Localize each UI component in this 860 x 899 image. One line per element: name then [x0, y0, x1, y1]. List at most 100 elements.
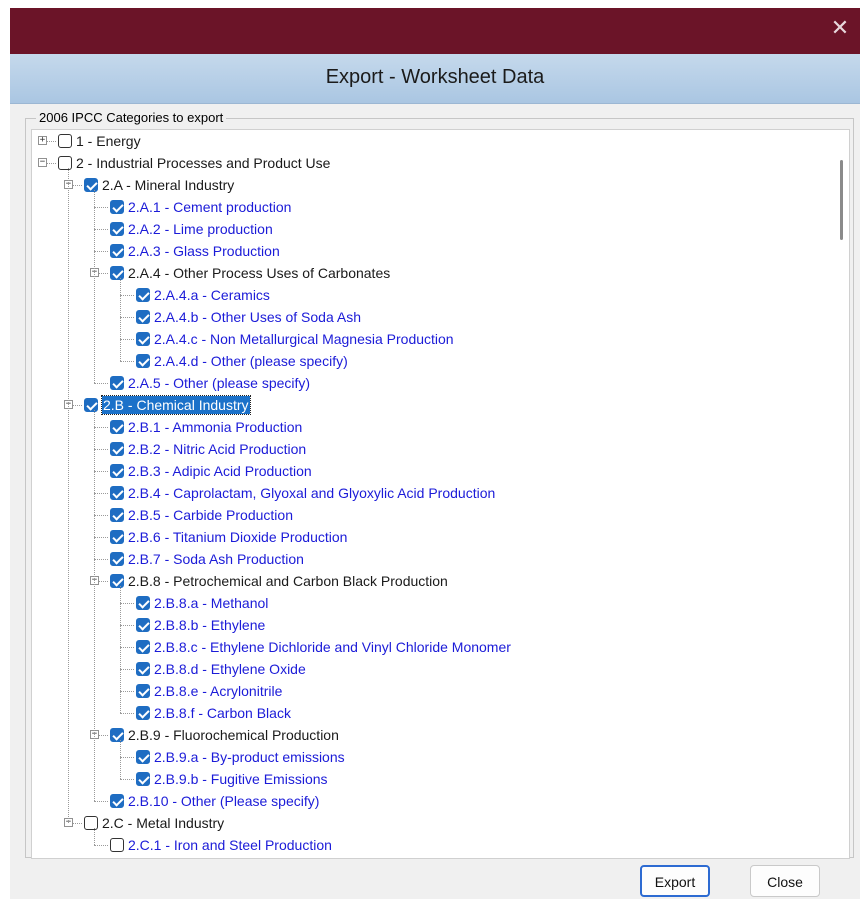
tree-node[interactable]: 2.A.2 - Lime production — [32, 218, 822, 240]
node-checkbox[interactable] — [110, 244, 124, 258]
node-checkbox[interactable] — [58, 156, 72, 170]
node-label: 2.C - Metal Industry — [102, 815, 225, 831]
node-checkbox[interactable] — [136, 662, 150, 676]
node-label: 2 - Industrial Processes and Product Use — [76, 155, 331, 171]
close-button[interactable]: Close — [750, 865, 820, 897]
tree-node[interactable]: −2.B.9 - Fluorochemical Production — [32, 724, 822, 746]
node-label: 2.B.3 - Adipic Acid Production — [128, 463, 312, 479]
tree-node[interactable]: 2.B.5 - Carbide Production — [32, 504, 822, 526]
tree-node[interactable]: 2.B.8.a - Methanol — [32, 592, 822, 614]
node-checkbox[interactable] — [110, 486, 124, 500]
tree-connector — [94, 471, 108, 472]
category-tree[interactable]: +1 - Energy − 2 - Industrial Processes and… — [31, 129, 850, 859]
tree-node[interactable]: 2.C.1 - Iron and Steel Production — [32, 834, 822, 856]
node-checkbox[interactable] — [110, 376, 124, 390]
tree-connector — [120, 361, 134, 362]
export-button[interactable]: Export — [640, 865, 710, 897]
node-checkbox[interactable] — [136, 332, 150, 346]
node-checkbox[interactable] — [110, 464, 124, 478]
node-checkbox[interactable] — [110, 838, 124, 852]
tree-guide-line — [94, 410, 95, 801]
node-label: 2.A - Mineral Industry — [102, 177, 235, 193]
tree-node[interactable]: 2.B.6 - Titanium Dioxide Production — [32, 526, 822, 548]
tree-node[interactable]: −2.A.4 - Other Process Uses of Carbonate… — [32, 262, 822, 284]
tree-node[interactable]: 2.B.7 - Soda Ash Production — [32, 548, 822, 570]
tree-node[interactable]: 2.B.9.a - By-product emissions — [32, 746, 822, 768]
tree-node[interactable]: −2.B - Chemical Industry — [32, 394, 822, 416]
tree-node[interactable]: 2.B.8.f - Carbon Black — [32, 702, 822, 724]
tree-node[interactable]: −2.A - Mineral Industry — [32, 174, 822, 196]
tree-node[interactable]: 2.B.10 - Other (Please specify) — [32, 790, 822, 812]
node-checkbox[interactable] — [110, 222, 124, 236]
node-label: 2.B.8.b - Ethylene — [154, 617, 266, 633]
tree-connector — [94, 449, 108, 450]
categories-groupbox: 2006 IPCC Categories to export +1 - Ener… — [25, 110, 854, 859]
node-checkbox[interactable] — [136, 354, 150, 368]
title-bar[interactable]: ✕ — [10, 8, 860, 54]
node-checkbox[interactable] — [136, 706, 150, 720]
tree-node[interactable]: 2.B.2 - Nitric Acid Production — [32, 438, 822, 460]
tree-node[interactable]: −2.C - Metal Industry — [32, 812, 822, 834]
tree-connector — [94, 493, 108, 494]
node-checkbox[interactable] — [110, 266, 124, 280]
tree-node[interactable]: 2.A.4.b - Other Uses of Soda Ash — [32, 306, 822, 328]
tree-node[interactable]: 2.B.3 - Adipic Acid Production — [32, 460, 822, 482]
node-checkbox[interactable] — [136, 310, 150, 324]
tree-node[interactable]: 2.A.4.d - Other (please specify) — [32, 350, 822, 372]
node-checkbox[interactable] — [110, 574, 124, 588]
node-checkbox[interactable] — [136, 596, 150, 610]
tree-node[interactable]: +1 - Energy — [32, 130, 822, 152]
tree-guide-line — [120, 278, 121, 361]
tree-node[interactable]: − 2 - Industrial Processes and Product Us… — [32, 152, 822, 174]
node-label: 2.A.4.b - Other Uses of Soda Ash — [154, 309, 361, 325]
node-checkbox[interactable] — [136, 618, 150, 632]
node-label: 2.B.8.c - Ethylene Dichloride and Vinyl … — [154, 639, 511, 655]
node-checkbox[interactable] — [136, 772, 150, 786]
node-checkbox[interactable] — [110, 794, 124, 808]
node-checkbox[interactable] — [84, 178, 98, 192]
tree-guide-line — [94, 828, 95, 845]
collapse-icon[interactable]: − — [38, 158, 47, 167]
node-checkbox[interactable] — [110, 420, 124, 434]
node-checkbox[interactable] — [136, 750, 150, 764]
node-label: 2.B.1 - Ammonia Production — [128, 419, 303, 435]
tree-node[interactable]: 2.B.8.b - Ethylene — [32, 614, 822, 636]
tree-node[interactable]: 2.A.1 - Cement production — [32, 196, 822, 218]
node-checkbox[interactable] — [136, 288, 150, 302]
expand-icon[interactable]: + — [38, 136, 47, 145]
node-checkbox[interactable] — [84, 816, 98, 830]
node-checkbox[interactable] — [84, 398, 98, 412]
tree-node[interactable]: 2.A.4.a - Ceramics — [32, 284, 822, 306]
tree-node[interactable]: 2.B.9.b - Fugitive Emissions — [32, 768, 822, 790]
node-checkbox[interactable] — [110, 442, 124, 456]
node-checkbox[interactable] — [58, 134, 72, 148]
node-label: 2.A.4.c - Non Metallurgical Magnesia Pro… — [154, 331, 454, 347]
tree-node[interactable]: 2.A.3 - Glass Production — [32, 240, 822, 262]
node-label: 2.A.3 - Glass Production — [128, 243, 280, 259]
tree-connector — [120, 295, 134, 296]
node-checkbox[interactable] — [136, 684, 150, 698]
node-label: 2.B.9 - Fluorochemical Production — [128, 727, 339, 743]
node-checkbox[interactable] — [110, 552, 124, 566]
tree-connector — [120, 625, 134, 626]
node-checkbox[interactable] — [110, 530, 124, 544]
tree-node[interactable]: 2.B.4 - Caprolactam, Glyoxal and Glyoxyl… — [32, 482, 822, 504]
tree-node[interactable]: −2.B.8 - Petrochemical and Carbon Black … — [32, 570, 822, 592]
tree-node[interactable]: 2.B.1 - Ammonia Production — [32, 416, 822, 438]
vertical-scrollbar[interactable] — [833, 130, 849, 858]
tree-node[interactable]: 2.B.8.c - Ethylene Dichloride and Vinyl … — [32, 636, 822, 658]
node-checkbox[interactable] — [110, 728, 124, 742]
tree-node[interactable]: 2.A.5 - Other (please specify) — [32, 372, 822, 394]
tree-connector — [94, 383, 108, 384]
node-checkbox[interactable] — [110, 508, 124, 522]
node-label: 2.B.10 - Other (Please specify) — [128, 793, 320, 809]
node-checkbox[interactable] — [110, 200, 124, 214]
tree-node[interactable]: 2.A.4.c - Non Metallurgical Magnesia Pro… — [32, 328, 822, 350]
tree-node[interactable]: 2.B.8.e - Acrylonitrile — [32, 680, 822, 702]
scrollbar-thumb[interactable] — [840, 160, 843, 240]
tree-node[interactable]: 2.B.8.d - Ethylene Oxide — [32, 658, 822, 680]
tree-connector — [94, 427, 108, 428]
close-icon[interactable]: ✕ — [820, 8, 860, 54]
node-checkbox[interactable] — [136, 640, 150, 654]
node-label: 2.B.9.a - By-product emissions — [154, 749, 345, 765]
